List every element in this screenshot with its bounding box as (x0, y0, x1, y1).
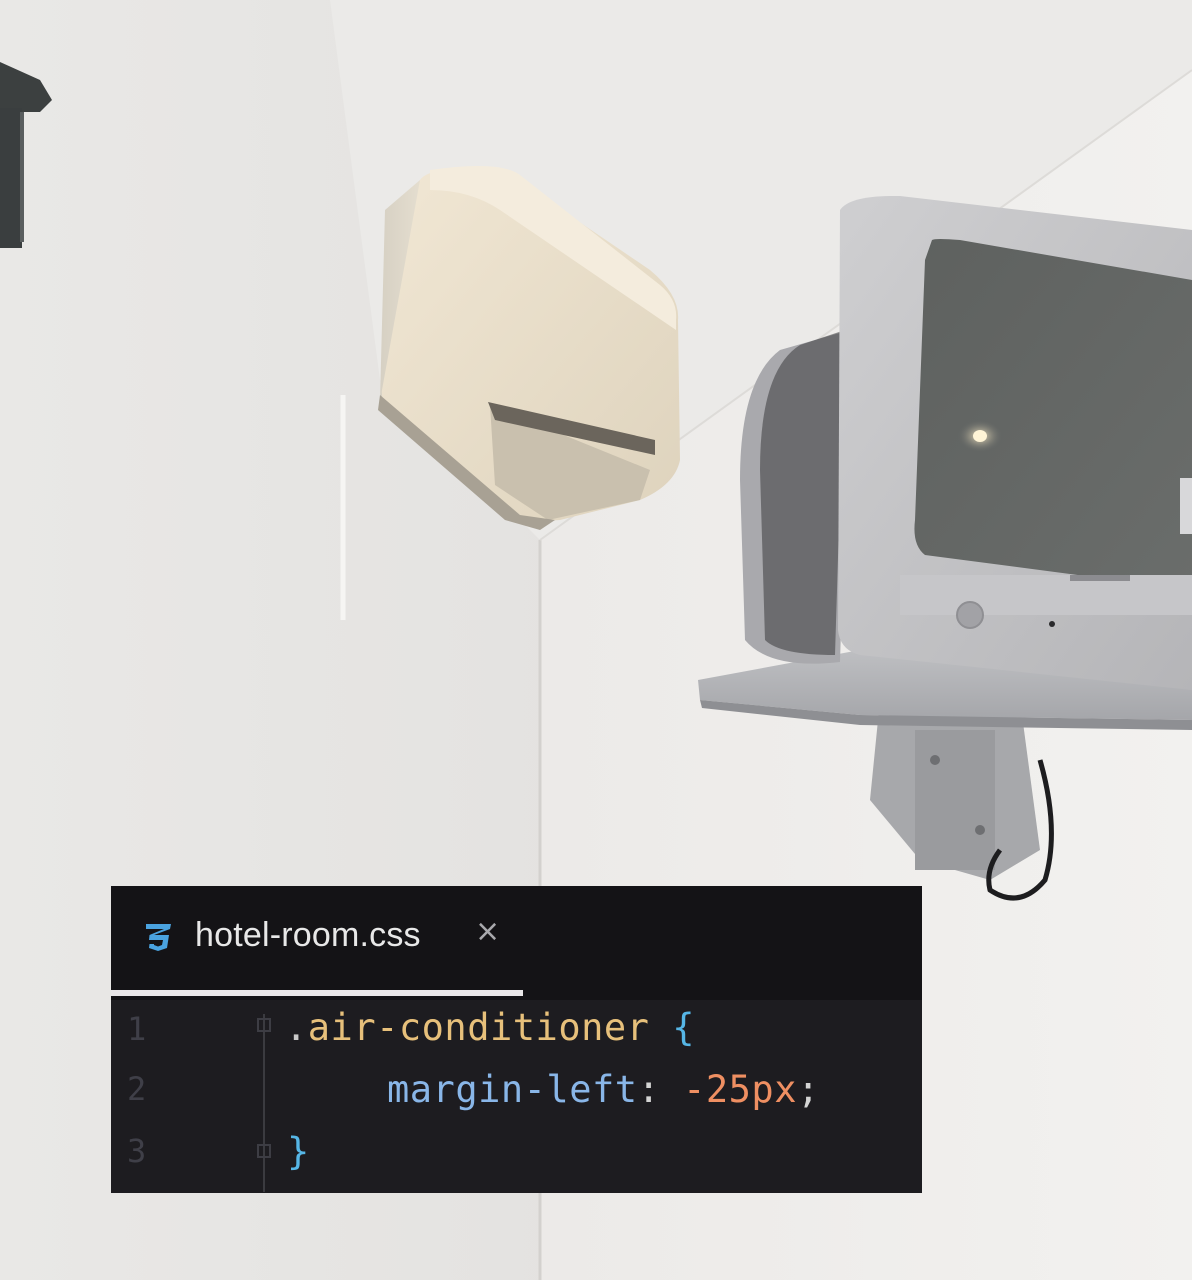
css-value: -25px (683, 1068, 797, 1111)
css-property: margin-left (387, 1068, 638, 1111)
code-line-1: .air-conditioner { (285, 1006, 695, 1049)
open-brace: { (672, 1006, 695, 1049)
colon: : (637, 1068, 661, 1111)
fold-guide (263, 1014, 265, 1192)
active-tab-indicator (111, 990, 523, 996)
selector-dot: . (285, 1006, 308, 1049)
code-line-2: margin-left: -25px; (387, 1068, 820, 1111)
css-selector: air-conditioner (307, 1006, 650, 1049)
tab-filename: hotel-room.css (195, 916, 421, 954)
code-line-3: } (287, 1130, 310, 1173)
code-editor: hotel-room.css × 1 2 3 .air-conditioner … (111, 886, 922, 1193)
tab-bar: hotel-room.css × (111, 886, 922, 1000)
css3-icon (146, 924, 171, 951)
line-number: 3 (127, 1132, 147, 1170)
line-number: 1 (127, 1010, 147, 1048)
tab-hotel-room-css[interactable]: hotel-room.css × (111, 886, 523, 996)
close-brace: } (287, 1130, 310, 1173)
semicolon: ; (797, 1068, 820, 1111)
fold-open-icon[interactable] (257, 1018, 271, 1032)
line-number: 2 (127, 1070, 147, 1108)
fold-end-icon (257, 1144, 271, 1158)
close-icon[interactable]: × (475, 914, 500, 949)
